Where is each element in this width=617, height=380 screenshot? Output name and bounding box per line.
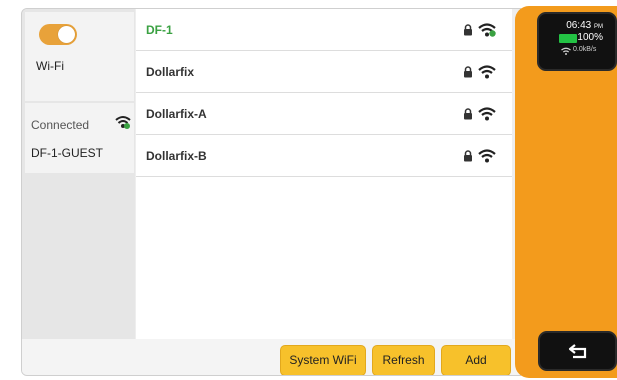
status-panel: 06:43 PM 100% 0.0kB/s bbox=[537, 12, 617, 71]
network-name: Dollarfix bbox=[146, 65, 195, 79]
connection-status-label: Connected bbox=[31, 118, 90, 132]
back-arrow-icon bbox=[568, 344, 587, 359]
lock-icon bbox=[464, 150, 472, 162]
device-frame: Wi-Fi Connected DF-1-GUEST DF-1 Dollarfi… bbox=[0, 0, 617, 380]
wifi-toggle[interactable] bbox=[39, 24, 77, 45]
wifi-signal-icon bbox=[478, 65, 496, 79]
refresh-button[interactable]: Refresh bbox=[372, 345, 435, 375]
left-panel: Wi-Fi Connected DF-1-GUEST bbox=[22, 9, 135, 375]
connection-status-block: Connected DF-1-GUEST bbox=[25, 103, 134, 173]
clock-ampm: PM bbox=[594, 24, 603, 30]
battery-percentage: 100% bbox=[577, 32, 603, 43]
lock-icon bbox=[464, 66, 472, 78]
back-button[interactable] bbox=[538, 331, 617, 371]
system-wifi-button[interactable]: System WiFi bbox=[280, 345, 366, 375]
clock-time: 06:43 bbox=[566, 20, 592, 31]
wifi-signal-icon bbox=[478, 149, 496, 163]
wifi-settings-screen: Wi-Fi Connected DF-1-GUEST DF-1 Dollarfi… bbox=[21, 8, 521, 376]
network-list: DF-1 Dollarfix Dollarfix-A Dollarfix-B bbox=[136, 9, 512, 339]
network-name: Dollarfix-A bbox=[146, 107, 207, 121]
clock: 06:43 PM bbox=[566, 20, 603, 31]
network-name: Dollarfix-B bbox=[146, 149, 207, 163]
add-button[interactable]: Add bbox=[441, 345, 511, 375]
wifi-signal-icon bbox=[478, 107, 496, 121]
data-rate: 0.0kB/s bbox=[573, 46, 597, 53]
wifi-label: Wi-Fi bbox=[36, 59, 64, 73]
network-row[interactable]: Dollarfix bbox=[136, 51, 512, 93]
network-row[interactable]: Dollarfix-B bbox=[136, 135, 512, 177]
lock-icon bbox=[464, 108, 472, 120]
wifi-connected-icon bbox=[115, 116, 131, 129]
connected-network-name: DF-1-GUEST bbox=[31, 146, 103, 160]
network-name: DF-1 bbox=[146, 23, 173, 37]
wifi-signal-connected-icon bbox=[478, 23, 496, 37]
battery-icon bbox=[559, 34, 577, 43]
bottom-action-bar: System WiFi Refresh Add bbox=[22, 339, 520, 375]
toggle-knob[interactable] bbox=[58, 26, 75, 43]
lock-icon bbox=[464, 24, 472, 36]
wifi-toggle-block: Wi-Fi bbox=[25, 12, 134, 101]
network-row[interactable]: Dollarfix-A bbox=[136, 93, 512, 135]
wifi-rate-icon bbox=[561, 47, 571, 55]
network-row[interactable]: DF-1 bbox=[136, 9, 512, 51]
